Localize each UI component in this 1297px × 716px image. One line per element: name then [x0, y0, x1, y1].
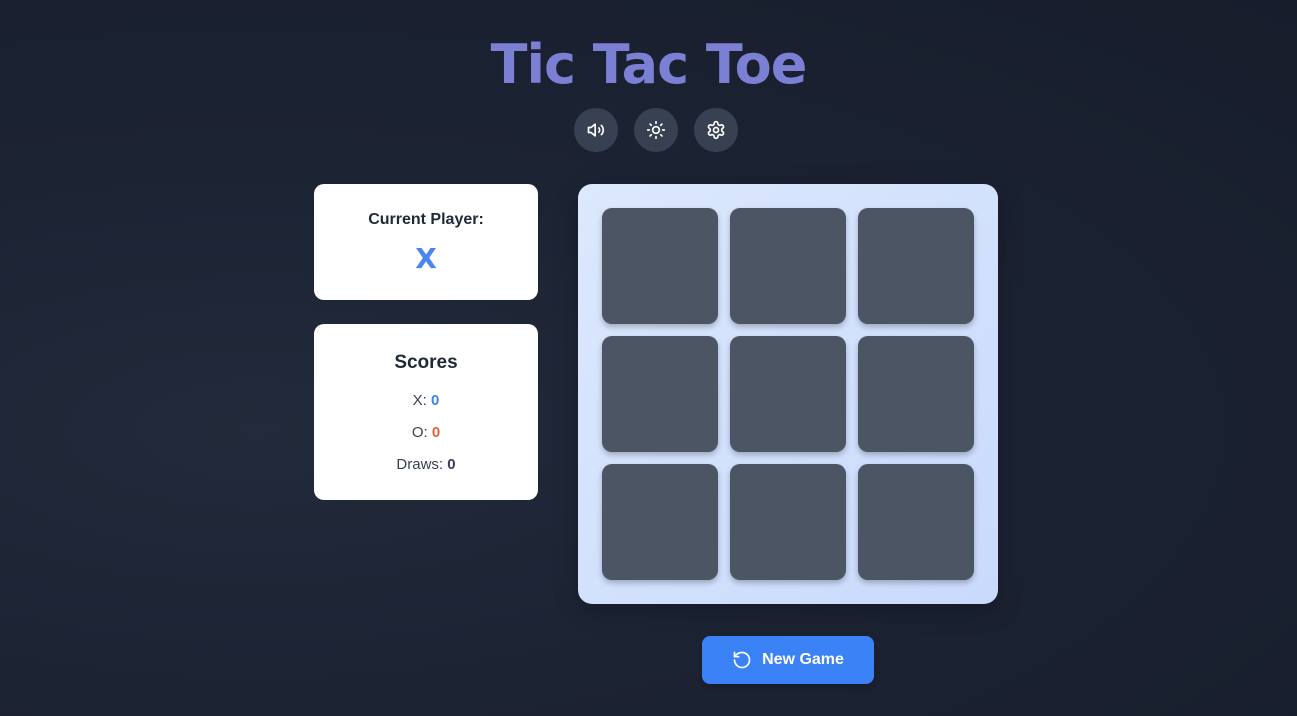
- score-row-draws: Draws: 0: [314, 456, 538, 473]
- gear-icon: [707, 120, 725, 140]
- new-game-label: New Game: [762, 651, 844, 668]
- scores-card: Scores X: 0 O: 0 Draws: 0: [314, 324, 538, 500]
- toolbar: [574, 108, 738, 152]
- sun-icon: [646, 120, 666, 140]
- board-cell-6[interactable]: [858, 336, 974, 452]
- current-player-value: X: [415, 242, 437, 275]
- settings-button[interactable]: [694, 108, 738, 152]
- score-row-x: X: 0: [314, 392, 538, 409]
- theme-toggle-button[interactable]: [634, 108, 678, 152]
- restart-icon: [733, 651, 751, 669]
- board-cell-1[interactable]: [602, 208, 718, 324]
- board-cell-9[interactable]: [858, 464, 974, 580]
- score-o-value: 0: [431, 424, 441, 441]
- board-cell-3[interactable]: [858, 208, 974, 324]
- score-o-label: O:: [411, 424, 428, 441]
- score-x-value: 0: [431, 392, 440, 409]
- sound-toggle-button[interactable]: [574, 108, 618, 152]
- current-player-card: Current Player: X: [314, 184, 538, 300]
- game-board: [578, 184, 998, 604]
- page-title: Tic Tac Toe: [490, 33, 808, 96]
- score-x-label: X:: [412, 392, 427, 409]
- scores-title: Scores: [394, 352, 458, 373]
- score-draws-value: 0: [447, 456, 456, 473]
- board-cell-4[interactable]: [602, 336, 718, 452]
- board-cell-5[interactable]: [730, 336, 846, 452]
- current-player-label: Current Player:: [368, 211, 484, 228]
- board-cell-8[interactable]: [730, 464, 846, 580]
- volume-icon: [587, 123, 604, 137]
- score-row-o: O: 0: [314, 424, 538, 441]
- board-cell-7[interactable]: [602, 464, 718, 580]
- board-cell-2[interactable]: [730, 208, 846, 324]
- score-draws-label: Draws:: [396, 456, 444, 473]
- new-game-button[interactable]: New Game: [702, 636, 874, 684]
